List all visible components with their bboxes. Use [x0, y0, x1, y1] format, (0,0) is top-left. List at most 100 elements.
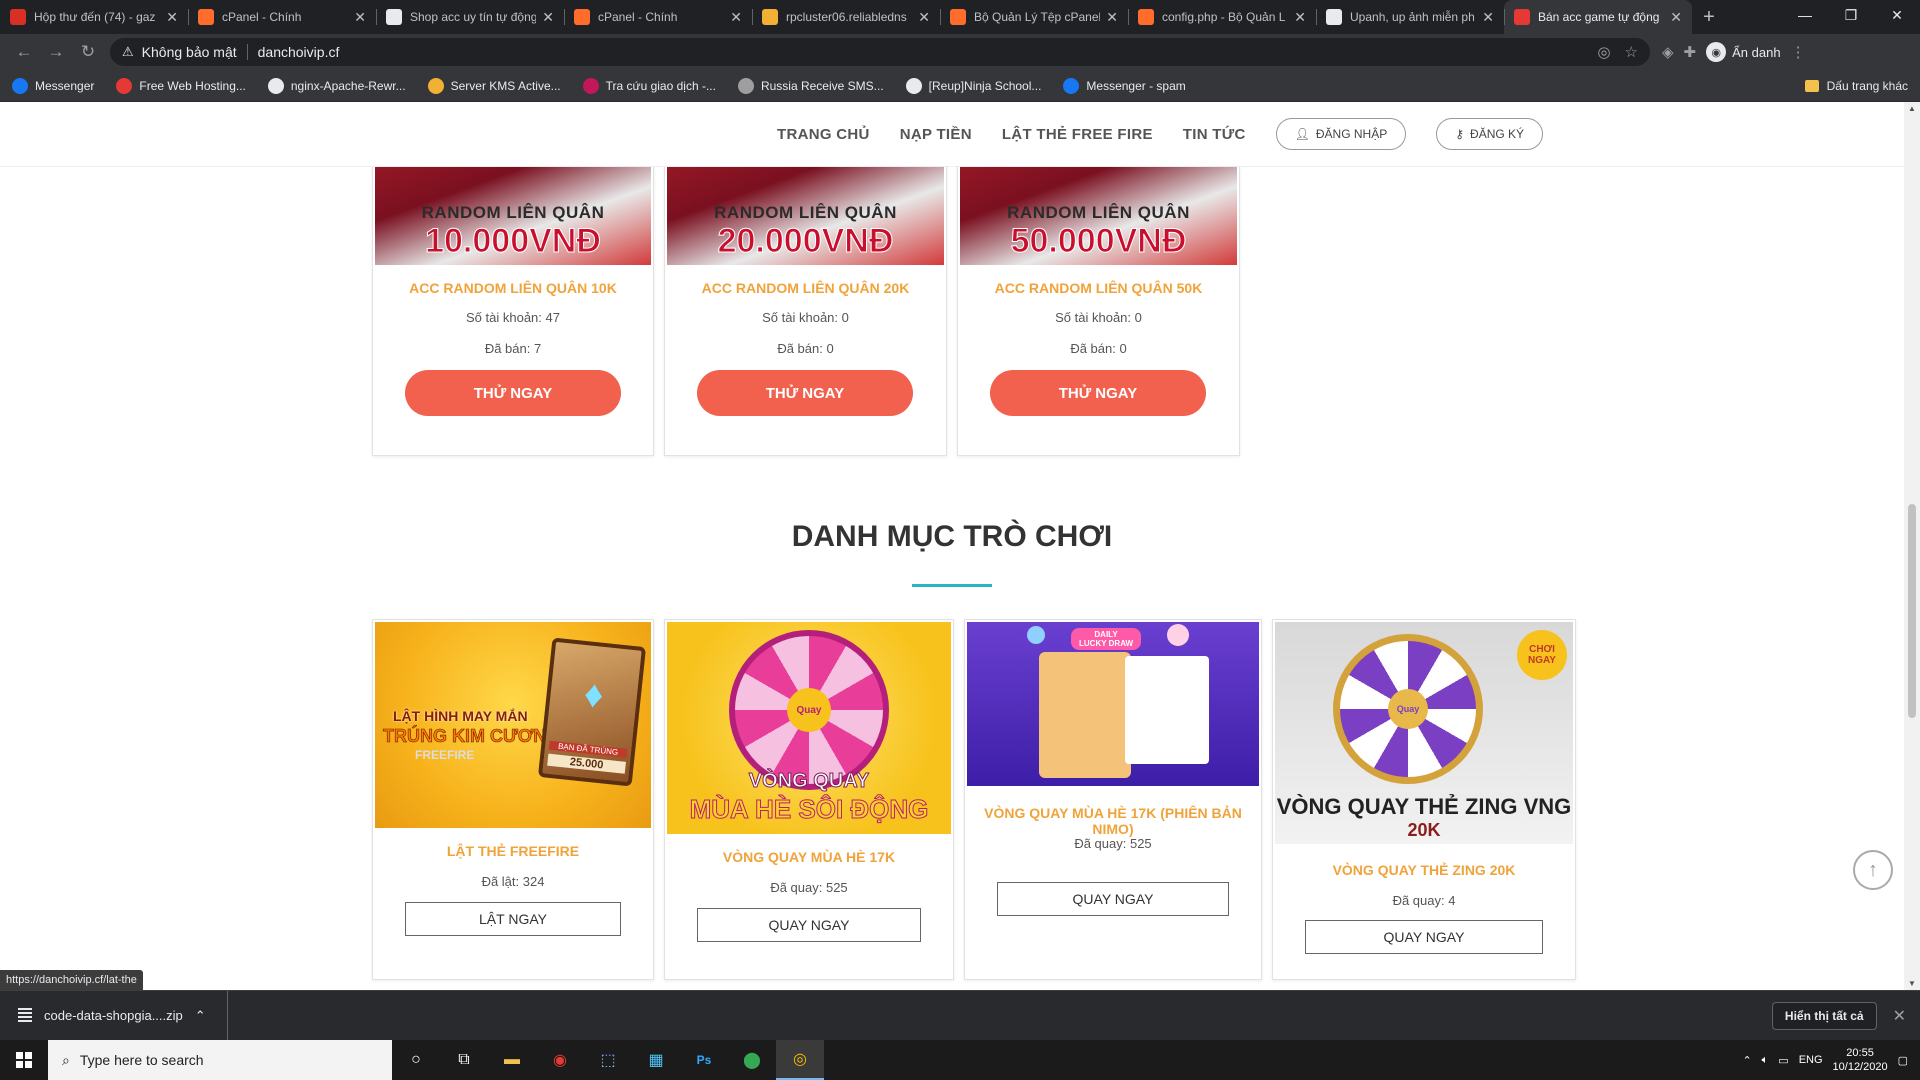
- bookmark-item[interactable]: Messenger: [12, 77, 94, 94]
- address-bar[interactable]: ⚠ Không bảo mật danchoivip.cf ◎ ☆: [110, 38, 1650, 66]
- nav-news[interactable]: TIN TỨC: [1183, 126, 1246, 143]
- browser-tab[interactable]: Bán acc game tự động ✕: [1504, 0, 1692, 34]
- map-pin-icon[interactable]: ⬤: [728, 1040, 776, 1080]
- eye-slash-icon[interactable]: ◎: [1597, 43, 1610, 61]
- card-accounts: Số tài khoản: 0: [1055, 310, 1142, 325]
- nav-flip-card[interactable]: LẬT THẺ FREE FIRE: [1002, 126, 1153, 143]
- scroll-top-button[interactable]: ↑: [1853, 850, 1893, 890]
- chevron-up-icon[interactable]: ⌃: [1742, 1054, 1751, 1067]
- close-tab-icon[interactable]: ✕: [1670, 9, 1682, 26]
- nav-home[interactable]: TRANG CHỦ: [777, 126, 870, 143]
- status-url: https://danchoivip.cf/lat-the: [0, 970, 143, 990]
- volume-icon[interactable]: 🔈︎: [1762, 1054, 1769, 1067]
- cortana-icon[interactable]: ○: [392, 1040, 440, 1080]
- close-icon[interactable]: ✕: [1893, 1006, 1906, 1026]
- tab-title: Upanh, up ảnh miễn ph: [1350, 10, 1475, 24]
- browser-tab[interactable]: Upanh, up ảnh miễn ph ✕: [1316, 0, 1504, 34]
- user-icon: 👤︎: [1294, 127, 1310, 141]
- chrome-icon[interactable]: ◎: [776, 1040, 824, 1080]
- incognito-indicator[interactable]: ◉ Ẩn danh: [1706, 42, 1781, 62]
- img-text-1: LẬT HÌNH MAY MẮN: [393, 708, 528, 724]
- tab-title: Bán acc game tự động: [1538, 10, 1660, 24]
- forward-icon[interactable]: →: [40, 38, 72, 66]
- spin-now-button[interactable]: QUAY NGAY: [1305, 920, 1543, 954]
- windows-start-icon[interactable]: [0, 1040, 48, 1080]
- close-tab-icon[interactable]: ✕: [1294, 9, 1306, 26]
- maximize-button[interactable]: ❐: [1828, 0, 1874, 30]
- notifications-icon[interactable]: ▢: [1898, 1054, 1908, 1067]
- bookmark-item[interactable]: Russia Receive SMS...: [737, 77, 884, 94]
- bookmark-label: [Reup]Ninja School...: [928, 78, 1042, 93]
- close-tab-icon[interactable]: ✕: [354, 9, 366, 26]
- bookmark-item[interactable]: nginx-Apache-Rewr...: [267, 77, 406, 94]
- flip-now-button[interactable]: LẬT NGAY: [405, 902, 621, 936]
- game-card-summer-wheel[interactable]: Quay VÒNG QUAY MÙA HÈ SÔI ĐỘNG VÒNG QUAY…: [664, 619, 954, 980]
- close-window-button[interactable]: ✕: [1874, 0, 1920, 30]
- download-filename: code-data-shopgia....zip: [44, 1008, 183, 1023]
- close-tab-icon[interactable]: ✕: [166, 9, 178, 26]
- new-tab-button[interactable]: +: [1692, 0, 1726, 34]
- card-sold: Đã bán: 7: [484, 341, 542, 356]
- close-tab-icon[interactable]: ✕: [730, 9, 742, 26]
- bookmark-item[interactable]: [Reup]Ninja School...: [905, 77, 1042, 94]
- show-all-button[interactable]: Hiển thị tất cả: [1771, 1001, 1877, 1030]
- scroll-up-icon[interactable]: ▲: [1908, 104, 1916, 113]
- img-text-3: FREEFIRE: [415, 748, 475, 762]
- task-view-icon[interactable]: ⧉: [440, 1040, 488, 1080]
- other-bookmarks[interactable]: Dấu trang khác: [1804, 79, 1908, 93]
- try-now-button[interactable]: THỬ NGAY: [990, 370, 1206, 416]
- card-title: ACC RANDOM LIÊN QUÂN 50K: [994, 280, 1203, 296]
- extension-icon[interactable]: ◈: [1662, 43, 1674, 61]
- browser-tab[interactable]: Hộp thư đến (74) - gaz ✕: [0, 0, 188, 34]
- game-card-flip-freefire[interactable]: LẬT HÌNH MAY MẮN TRÚNG KIM CƯƠNG FREEFIR…: [372, 619, 654, 980]
- spin-now-button[interactable]: QUAY NGAY: [997, 882, 1229, 916]
- bookmark-item[interactable]: Tra cứu giao dịch -...: [582, 77, 716, 94]
- bookmark-star-icon[interactable]: ☆: [1625, 43, 1638, 61]
- minimize-button[interactable]: —: [1782, 0, 1828, 30]
- browser-tab[interactable]: cPanel - Chính ✕: [564, 0, 752, 34]
- try-now-button[interactable]: THỬ NGAY: [405, 370, 621, 416]
- bookmark-item[interactable]: Server KMS Active...: [427, 77, 561, 94]
- download-item[interactable]: code-data-shopgia....zip ⌃: [18, 990, 228, 1041]
- back-icon[interactable]: ←: [8, 38, 40, 66]
- close-tab-icon[interactable]: ✕: [1482, 9, 1494, 26]
- spin-now-button[interactable]: QUAY NGAY: [697, 908, 921, 942]
- game-card-zing[interactable]: Quay CHƠI NGAY VÒNG QUAY THẺ ZING VNG 20…: [1272, 619, 1576, 980]
- browser-tab[interactable]: Bộ Quản Lý Tệp cPanel ✕: [940, 0, 1128, 34]
- nav-topup[interactable]: NẠP TIỀN: [900, 126, 972, 143]
- photoshop-icon[interactable]: Ps: [680, 1040, 728, 1080]
- app-icon[interactable]: ▦: [632, 1040, 680, 1080]
- close-tab-icon[interactable]: ✕: [1106, 9, 1118, 26]
- garena-icon[interactable]: ◉: [536, 1040, 584, 1080]
- close-tab-icon[interactable]: ✕: [918, 9, 930, 26]
- game-card-nimo[interactable]: DAILY LUCKY DRAW VÒNG QUAY MÙA HÈ 17K (P…: [964, 619, 1262, 980]
- language-indicator[interactable]: ENG: [1799, 1054, 1823, 1066]
- menu-icon[interactable]: ⋮: [1791, 43, 1806, 61]
- browser-tab[interactable]: cPanel - Chính ✕: [188, 0, 376, 34]
- card-title: ACC RANDOM LIÊN QUÂN 20K: [701, 280, 910, 296]
- bookmark-item[interactable]: Messenger - spam: [1063, 77, 1186, 94]
- file-explorer-icon[interactable]: ▬: [488, 1040, 536, 1080]
- scroll-down-icon[interactable]: ▼: [1908, 979, 1916, 988]
- clock[interactable]: 20:55 10/12/2020: [1833, 1046, 1888, 1074]
- banner-title: RANDOM LIÊN QUÂN: [421, 203, 605, 222]
- reload-icon[interactable]: ↻: [72, 38, 104, 66]
- puzzle-icon[interactable]: ✚: [1684, 43, 1697, 61]
- img-value: 25.000: [547, 753, 626, 774]
- browser-tab[interactable]: config.php - Bộ Quản L ✕: [1128, 0, 1316, 34]
- login-button[interactable]: 👤︎ ĐĂNG NHẬP: [1275, 118, 1407, 150]
- bookmark-item[interactable]: Free Web Hosting...: [116, 77, 246, 94]
- browser-tab[interactable]: rpcluster06.reliabledns ✕: [752, 0, 940, 34]
- page-scrollbar[interactable]: ▲ ▼: [1904, 102, 1920, 990]
- network-tool-icon[interactable]: ⬚: [584, 1040, 632, 1080]
- network-icon[interactable]: ▭: [1778, 1054, 1788, 1067]
- browser-tab[interactable]: Shop acc uy tín tự động ✕: [376, 0, 564, 34]
- try-now-button[interactable]: THỬ NGAY: [697, 370, 913, 416]
- taskbar-search[interactable]: ⌕ Type here to search: [48, 1040, 392, 1080]
- register-button[interactable]: ⚷ ĐĂNG KÝ: [1436, 118, 1544, 150]
- close-tab-icon[interactable]: ✕: [542, 9, 554, 26]
- chevron-up-icon[interactable]: ⌃: [195, 1008, 206, 1024]
- scrollbar-thumb[interactable]: [1908, 504, 1916, 718]
- game-stat: Đã lật: 324: [481, 874, 545, 889]
- game-stat: Đã quay: 525: [770, 880, 848, 895]
